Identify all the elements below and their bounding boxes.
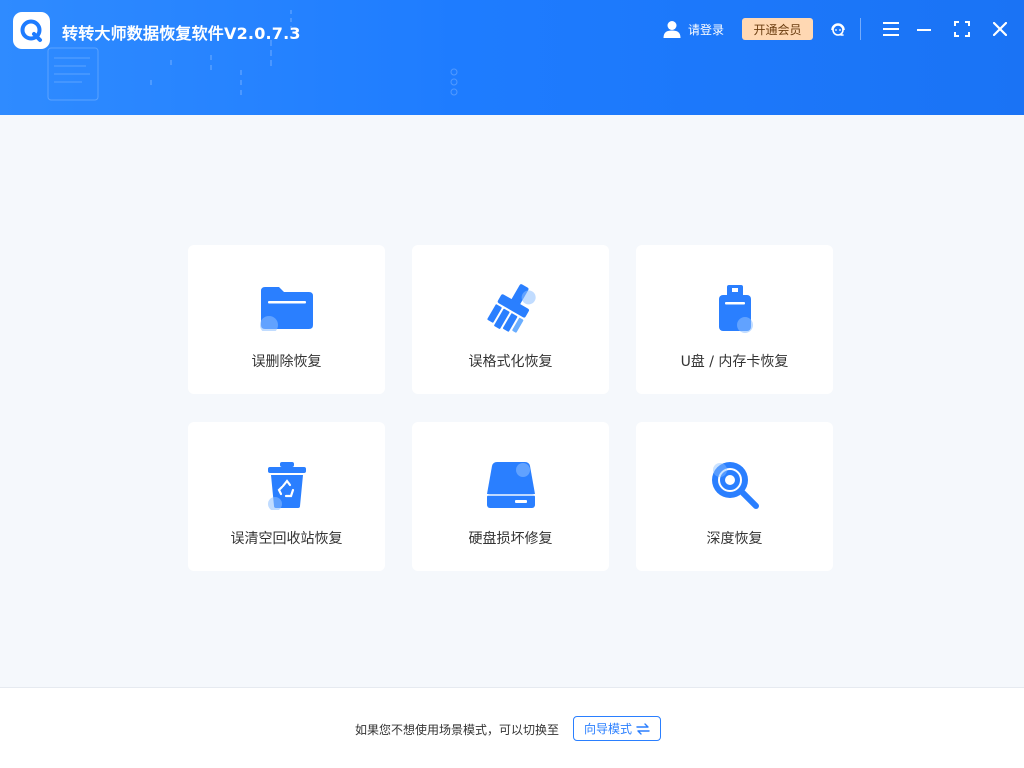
folder-icon [259, 283, 315, 333]
card-label: 硬盘损坏修复 [468, 531, 553, 547]
support-icon[interactable] [828, 19, 848, 39]
header-decoration [47, 10, 458, 101]
card-label: 误清空回收站恢复 [230, 531, 343, 547]
card-deleted-recovery[interactable]: 误删除恢复 [188, 245, 385, 394]
card-disk-repair[interactable]: 硬盘损坏修复 [412, 422, 609, 571]
card-label: 误删除恢复 [251, 354, 322, 370]
menu-icon[interactable] [881, 19, 901, 39]
deep-scan-icon [707, 460, 763, 510]
card-deep-recovery[interactable]: 深度恢复 [636, 422, 833, 571]
card-label: 误格式化恢复 [468, 354, 553, 370]
card-usb-recovery[interactable]: U盘 / 内存卡恢复 [636, 245, 833, 394]
guide-mode-label: 向导模式 [583, 722, 632, 736]
broom-icon [483, 283, 539, 333]
vip-button[interactable]: 开通会员 [742, 18, 813, 40]
card-label: 深度恢复 [706, 531, 763, 547]
footer-bar: 如果您不想使用场景模式，可以切换至 向导模式 [0, 687, 1024, 768]
title-bar: 转转大师数据恢复软件V2.0.7.3 请登录 开通会员 [0, 0, 1024, 115]
card-label: U盘 / 内存卡恢复 [680, 354, 789, 370]
login-button[interactable]: 请登录 [662, 18, 724, 40]
maximize-icon[interactable] [952, 19, 972, 39]
usb-drive-icon [707, 283, 763, 333]
card-format-recovery[interactable]: 误格式化恢复 [412, 245, 609, 394]
hard-disk-icon [483, 460, 539, 510]
toolbar-divider [860, 18, 861, 40]
user-icon [663, 21, 681, 38]
login-label: 请登录 [688, 22, 725, 37]
app-logo-icon [20, 19, 42, 42]
close-icon[interactable] [990, 19, 1010, 39]
app-title: 转转大师数据恢复软件V2.0.7.3 [62, 24, 301, 43]
mode-switch-prompt: 如果您不想使用场景模式，可以切换至 [355, 723, 560, 737]
switch-arrows-icon [636, 722, 650, 735]
minimize-icon[interactable] [914, 19, 934, 39]
guide-mode-button[interactable]: 向导模式 [573, 716, 661, 741]
app-logo [13, 12, 50, 49]
recycle-bin-icon [259, 460, 315, 510]
card-recycle-bin-recovery[interactable]: 误清空回收站恢复 [188, 422, 385, 571]
